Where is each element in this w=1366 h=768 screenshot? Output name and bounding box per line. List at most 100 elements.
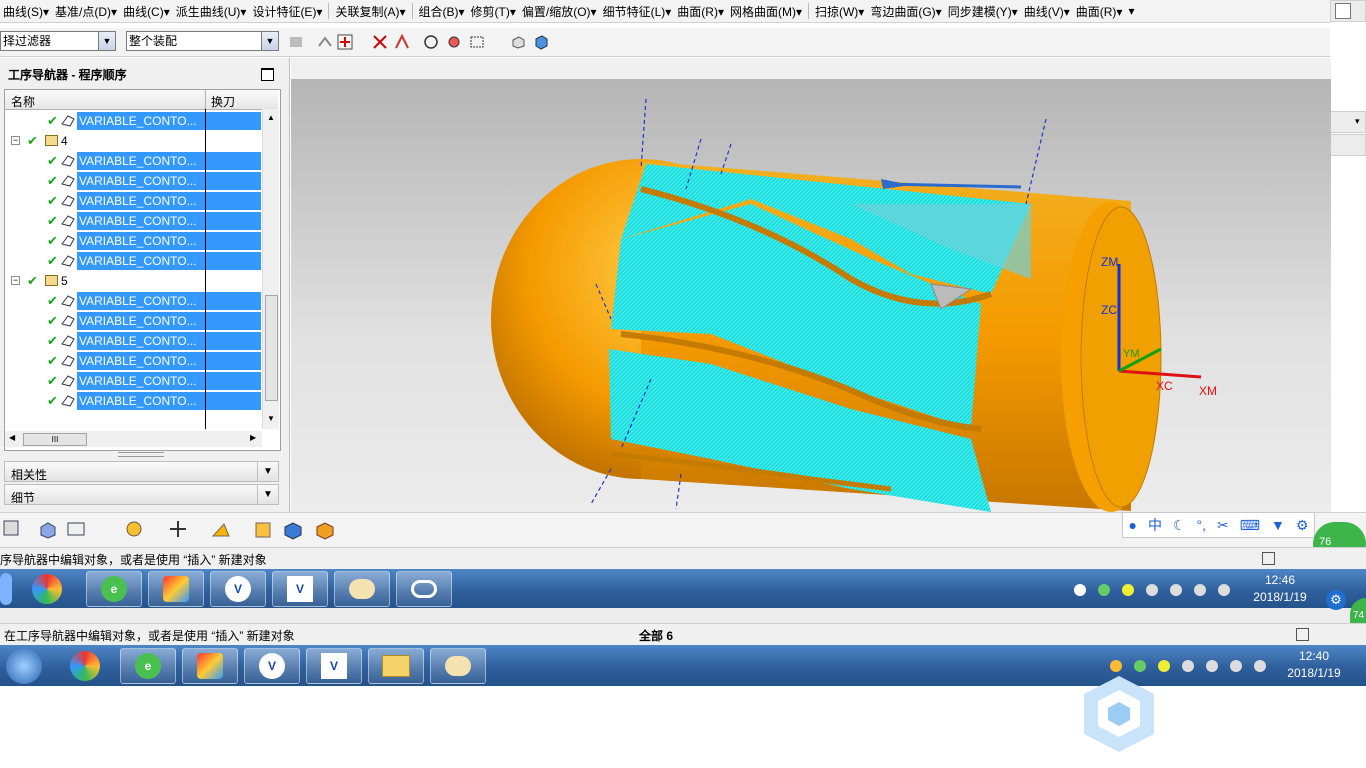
program-order-view-icon[interactable]	[2, 519, 22, 539]
menu-item[interactable]: 修剪(T)▾	[468, 0, 519, 22]
part-model[interactable]: ZM ZC YM XC XM	[291, 79, 1331, 512]
scroll-down-icon[interactable]: ▼	[267, 414, 275, 423]
fullscreen-icon[interactable]	[1262, 552, 1275, 565]
operation-row[interactable]: ✔ VARIABLE_CONTO...	[5, 111, 261, 131]
menu-item[interactable]: 曲面(R)▾	[1073, 0, 1126, 22]
tray-icon[interactable]	[1122, 584, 1134, 596]
collapse-icon[interactable]: −	[11, 276, 20, 285]
machine-tool-view-icon[interactable]	[38, 519, 58, 539]
360-safe-icon[interactable]	[32, 574, 62, 604]
operation-name[interactable]: VARIABLE_CONTO...	[77, 392, 207, 410]
taskbar-v2-button[interactable]: V	[306, 648, 362, 684]
taskbar-v-button[interactable]: V	[244, 648, 300, 684]
taskbar-explorer-button[interactable]	[368, 648, 424, 684]
ime-toolbar[interactable]: ● 中 ☾ °, ✂ ⌨ ▼ ⚙	[1122, 512, 1315, 538]
rectangle-select-icon[interactable]	[469, 34, 485, 50]
operation-row[interactable]: ✔ VARIABLE_CONTO...	[5, 351, 261, 371]
taskbar-paint-button[interactable]	[430, 648, 486, 684]
taskbar-v-button[interactable]: V	[210, 571, 266, 607]
gear-select-icon[interactable]	[446, 34, 462, 50]
user-icon[interactable]: ●	[1129, 517, 1137, 533]
circle-select-icon[interactable]	[423, 34, 439, 50]
operation-row[interactable]: ✔ VARIABLE_CONTO...	[5, 231, 261, 251]
tray-icon[interactable]	[1074, 584, 1086, 596]
gear-icon[interactable]: ⚙	[1326, 590, 1346, 610]
simulate-icon[interactable]	[282, 519, 304, 541]
scroll-thumb[interactable]	[265, 295, 278, 401]
usb-icon[interactable]	[1170, 584, 1182, 596]
operation-name[interactable]: VARIABLE_CONTO...	[77, 232, 207, 250]
taskbar-browser-button[interactable]: e	[120, 648, 176, 684]
360-safe-icon[interactable]	[70, 651, 100, 681]
start-button[interactable]	[6, 648, 42, 684]
taskbar-nx-button[interactable]	[148, 571, 204, 607]
scroll-left-icon[interactable]: ◀	[9, 433, 15, 442]
menu-item[interactable]: 曲面(R)▾	[674, 0, 727, 22]
operation-name[interactable]: VARIABLE_CONTO...	[77, 152, 207, 170]
taskbar-paint-button[interactable]	[334, 571, 390, 607]
taskbar-v2-button[interactable]: V	[272, 571, 328, 607]
operation-name[interactable]: VARIABLE_CONTO...	[77, 332, 207, 350]
menu-item[interactable]: 派生曲线(U)▾	[173, 0, 250, 22]
maximize-icon[interactable]	[261, 68, 274, 81]
chevron-down-icon[interactable]: ▼	[257, 485, 278, 504]
generate-toolpath-icon[interactable]	[210, 519, 232, 541]
menu-item[interactable]: 关联复制(A)▾	[332, 0, 408, 22]
ime-chinese-mode[interactable]: 中	[1148, 515, 1162, 535]
usb-icon[interactable]	[1206, 660, 1218, 672]
bluetooth-icon[interactable]	[1182, 660, 1194, 672]
bluetooth-icon[interactable]	[1146, 584, 1158, 596]
tray-icon[interactable]	[1134, 660, 1146, 672]
program-group-row[interactable]: − ✔ 4	[5, 131, 261, 151]
graphics-window[interactable]: ZM ZC YM XC XM	[291, 79, 1331, 512]
menu-item[interactable]: 设计特征(E)▾	[249, 0, 325, 22]
network-icon[interactable]	[1194, 584, 1206, 596]
hscroll-thumb[interactable]: III	[23, 433, 87, 446]
taskbar-browser-button[interactable]: e	[86, 571, 142, 607]
volume-icon[interactable]	[1254, 660, 1266, 672]
operation-row[interactable]: ✔ VARIABLE_CONTO...	[5, 251, 261, 271]
menu-item[interactable]: 曲线(S)▾	[0, 0, 52, 22]
operation-name[interactable]: VARIABLE_CONTO...	[77, 172, 207, 190]
punctuation-icon[interactable]: °,	[1197, 517, 1207, 533]
operation-name[interactable]: VARIABLE_CONTO...	[77, 252, 207, 270]
operation-name[interactable]: VARIABLE_CONTO...	[77, 212, 207, 230]
post-process-icon[interactable]	[314, 519, 336, 541]
menu-item[interactable]: ▾	[1125, 0, 1137, 22]
resource-bar-dropdown[interactable]: ▾	[1330, 111, 1366, 133]
operation-row[interactable]: ✔ VARIABLE_CONTO...	[5, 311, 261, 331]
type-filter-dropdown[interactable]: 择过滤器 ▼	[0, 31, 116, 51]
detail-panel[interactable]: 细节 ▼	[4, 484, 279, 505]
collapse-icon[interactable]: −	[11, 136, 20, 145]
operation-name[interactable]: VARIABLE_CONTO...	[77, 352, 207, 370]
chevron-down-icon[interactable]: ▼	[257, 462, 278, 481]
keyboard-icon[interactable]: ⌨	[1240, 517, 1260, 534]
horizontal-scrollbar[interactable]: ◀ III ▶	[5, 431, 262, 447]
start-button[interactable]	[0, 573, 12, 605]
create-operation-icon[interactable]	[124, 519, 144, 539]
menu-item[interactable]: 细节特征(L)▾	[600, 0, 675, 22]
solid-view-icon[interactable]	[510, 34, 526, 50]
program-group-row[interactable]: − ✔ 5	[5, 271, 261, 291]
operation-name[interactable]: VARIABLE_CONTO...	[77, 192, 207, 210]
operation-row[interactable]: ✔ VARIABLE_CONTO...	[5, 211, 261, 231]
fullscreen-icon[interactable]	[1296, 628, 1309, 641]
filter-icon[interactable]	[288, 34, 304, 50]
operation-name[interactable]: VARIABLE_CONTO...	[77, 312, 207, 330]
related-panel[interactable]: 相关性 ▼	[4, 461, 279, 482]
tray-icon[interactable]	[1098, 584, 1110, 596]
taskbar-cloud-button[interactable]	[396, 571, 452, 607]
snap-icon[interactable]	[317, 34, 333, 50]
menu-item[interactable]: 弯边曲面(G)▾	[867, 0, 944, 22]
operation-row[interactable]: ✔ VARIABLE_CONTO...	[5, 331, 261, 351]
column-name-header[interactable]: 名称	[11, 93, 35, 110]
resource-bar-tab[interactable]	[1330, 134, 1366, 156]
menu-item[interactable]: 曲线(V)▾	[1021, 0, 1073, 22]
volume-icon[interactable]	[1218, 584, 1230, 596]
menu-item[interactable]: 曲线(C)▾	[120, 0, 173, 22]
operation-name[interactable]: VARIABLE_CONTO...	[77, 112, 207, 130]
curve-rule-icon[interactable]	[394, 34, 410, 50]
verify-toolpath-icon[interactable]	[252, 519, 274, 541]
operation-row[interactable]: ✔ VARIABLE_CONTO...	[5, 291, 261, 311]
system-clock[interactable]: 12:40 2018/1/19	[1274, 648, 1354, 682]
